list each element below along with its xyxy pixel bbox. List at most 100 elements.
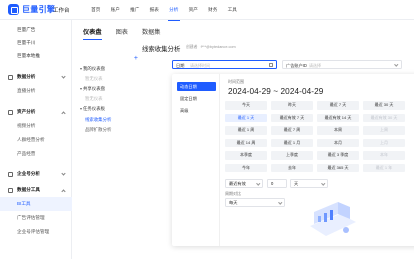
- sidebar-item[interactable]: BI工具: [0, 197, 72, 211]
- nav-item[interactable]: 工具: [223, 0, 243, 20]
- section-icon: [8, 74, 13, 80]
- sidebar-item[interactable]: 人群经营分析: [0, 133, 72, 147]
- quick-range-button[interactable]: 最近有效 7 天: [271, 113, 313, 122]
- sidebar-item-label: 视频分析: [17, 123, 36, 128]
- main-nav: 首页 账户 推广 报表 分析 资产 财务 工具: [86, 0, 243, 21]
- quick-range-button[interactable]: 最近 7 周: [271, 126, 313, 135]
- date-picker-popup: 动态日期 固定日期 高级 时间范围 2024-04-29 ~ 2024-04-29 …: [172, 74, 414, 246]
- top-navigation: 巨量引擎 工作台 首页 账户 推广 报表 分析 资产 财务 工具: [0, 0, 414, 21]
- quick-range-button[interactable]: 最近 1 月: [271, 138, 313, 147]
- quick-range-button[interactable]: 最近 3 季度: [317, 151, 359, 160]
- empty-state-illustration: [310, 202, 356, 236]
- date-mode-option[interactable]: 动态日期: [177, 82, 216, 91]
- account-filter-label: 广告账户ID: [286, 63, 307, 68]
- nav-item[interactable]: 财务: [203, 0, 223, 20]
- section-icon: [8, 109, 13, 115]
- chevron-down-icon: [393, 62, 398, 67]
- nav-item[interactable]: 首页: [86, 0, 106, 20]
- chevron-icon: [61, 74, 66, 79]
- tree-item[interactable]: 线索收集分析: [85, 117, 111, 123]
- date-filter-label: 日期: [176, 63, 185, 68]
- quick-range-button[interactable]: 本月: [317, 138, 359, 147]
- quick-range-button[interactable]: 今天: [225, 101, 267, 110]
- sidebar-item-label: 直播分析: [17, 88, 36, 93]
- account-filter-placeholder: 请选择: [309, 63, 321, 68]
- nav-item[interactable]: 资产: [184, 0, 204, 20]
- sidebar-item-label: 广告评估管理: [17, 215, 45, 220]
- quick-range-button[interactable]: 最近有效 30 天: [363, 113, 405, 122]
- sidebar-item-label: 数据分析: [17, 74, 36, 79]
- sidebar-item[interactable]: 直播分析: [0, 84, 72, 98]
- compare-label: 周期对比: [225, 191, 241, 196]
- sidebar-item[interactable]: 巨量广告: [0, 23, 72, 37]
- date-mode-list: 动态日期固定日期高级: [172, 74, 220, 246]
- quick-range-button[interactable]: 最近 1 年: [363, 163, 405, 172]
- quick-range-button[interactable]: 最近 30 天: [363, 101, 405, 110]
- custom-direction-select[interactable]: 最近有效: [225, 179, 263, 188]
- tab[interactable]: 数据集: [142, 27, 161, 40]
- sidebar-item[interactable]: 视频分析: [0, 119, 72, 133]
- nav-item[interactable]: 分析: [164, 0, 184, 21]
- quick-range-button[interactable]: 今年: [225, 163, 267, 172]
- quick-range-button[interactable]: 上周: [363, 126, 405, 135]
- quick-range-button[interactable]: 昨天: [271, 101, 313, 110]
- sidebar: 巨量广告巨量千川巨量本地推数据分析直播分析资产分析视频分析人群经营分析 产品经营企…: [0, 20, 72, 259]
- chevron-icon: [61, 188, 66, 194]
- sidebar-item[interactable]: 企业号分析: [0, 167, 72, 181]
- sidebar-item[interactable]: 巨量本地推: [0, 49, 72, 63]
- sidebar-item-label: 企业号评估管理: [17, 229, 50, 234]
- sidebar-item[interactable]: 数据分析: [0, 70, 72, 84]
- quick-range-button[interactable]: 最近 7 天: [317, 101, 359, 110]
- logo-icon: [8, 4, 19, 15]
- sidebar-item[interactable]: 资产分析: [0, 105, 72, 119]
- date-mode-option[interactable]: 高级: [177, 106, 216, 115]
- quick-range-button[interactable]: 本季度: [225, 151, 267, 160]
- quick-range-button[interactable]: 最近 365 天: [317, 163, 359, 172]
- quick-range-button[interactable]: 本年: [363, 151, 405, 160]
- sidebar-item[interactable]: 数据分工具: [0, 183, 72, 197]
- sidebar-item[interactable]: 企业号评估管理: [0, 225, 72, 239]
- brand-logo[interactable]: 巨量引擎: [8, 4, 55, 15]
- add-dashboard-icon[interactable]: +: [134, 55, 138, 62]
- quick-range-button[interactable]: 上季度: [271, 151, 313, 160]
- calendar-icon: [269, 63, 273, 68]
- tab[interactable]: 图表: [116, 27, 128, 40]
- date-mode-option[interactable]: 固定日期: [177, 94, 216, 103]
- tree-group[interactable]: 任务仪表板: [80, 106, 105, 112]
- quick-range-button[interactable]: 最近 1 天: [225, 113, 267, 122]
- sidebar-item-label: 巨量千川: [17, 40, 36, 45]
- sidebar-item[interactable]: 巨量千川: [0, 36, 72, 50]
- sidebar-item-label: 数据分工具: [17, 187, 40, 192]
- quick-range-button[interactable]: 最近有效 14 天: [317, 113, 359, 122]
- nav-item[interactable]: 报表: [145, 0, 165, 20]
- sidebar-item[interactable]: 产品经营: [0, 147, 72, 161]
- tree-group[interactable]: 共享仪表盘: [80, 86, 105, 92]
- chevron-down-icon: [277, 200, 282, 205]
- account-filter[interactable]: 广告账户ID 请选择: [282, 60, 402, 69]
- custom-unit-select[interactable]: 天: [290, 179, 328, 188]
- sidebar-item-label: BI工具: [17, 201, 31, 206]
- custom-count-value: 0: [271, 181, 274, 186]
- custom-count-input[interactable]: 0: [267, 179, 287, 188]
- tab[interactable]: 仪表盘: [83, 27, 102, 40]
- tree-item[interactable]: 暂无仪表: [85, 76, 103, 82]
- quick-range-button[interactable]: 最近 1 周: [225, 126, 267, 135]
- tree-item[interactable]: 品牌扩散分析: [85, 127, 111, 133]
- date-range-hint: 时间范围: [228, 79, 244, 84]
- sidebar-item-label: 企业号分析: [17, 171, 40, 176]
- analysis-title: 线索收集分析: [142, 46, 181, 53]
- quick-range-button[interactable]: 本周: [317, 126, 359, 135]
- tree-group[interactable]: 我的仪表盘: [80, 66, 105, 72]
- nav-item[interactable]: 推广: [125, 0, 145, 20]
- quick-range-button[interactable]: 上月: [363, 138, 405, 147]
- chevron-down-icon: [255, 181, 260, 186]
- quick-range-button[interactable]: 去年: [271, 163, 313, 172]
- date-filter[interactable]: 日期 请选择时间: [172, 60, 277, 69]
- tree-item[interactable]: 暂无仪表: [85, 96, 103, 102]
- date-range-display: 2024-04-29 ~ 2024-04-29: [228, 87, 324, 96]
- nav-item[interactable]: 账户: [106, 0, 126, 20]
- sidebar-item[interactable]: 广告评估管理: [0, 211, 72, 225]
- compare-select[interactable]: 每天: [225, 198, 285, 207]
- creator-info: 创建者 f***@bytedance.com: [186, 45, 236, 50]
- quick-range-button[interactable]: 最近 14 周: [225, 138, 267, 147]
